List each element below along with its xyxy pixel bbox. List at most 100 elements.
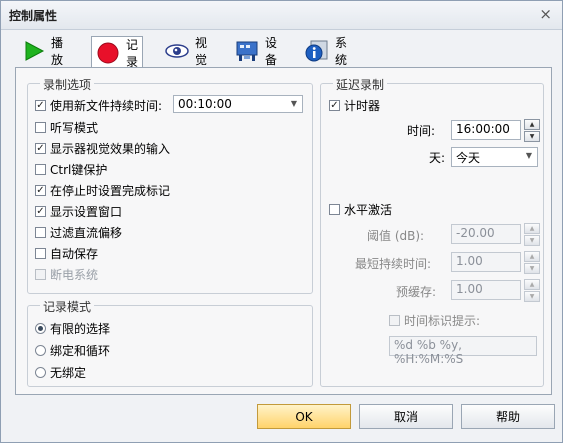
checkbox-label: 时间标识提示: bbox=[404, 314, 481, 328]
time-input[interactable]: 16:00:00 bbox=[451, 120, 521, 140]
checkbox[interactable] bbox=[35, 248, 46, 259]
checkbox[interactable]: ✓ bbox=[35, 100, 46, 111]
tab-system[interactable]: 系统 bbox=[301, 36, 351, 67]
checkbox-show-settings[interactable]: ✓ 显示设置窗口 bbox=[35, 203, 122, 220]
min-duration-value: 1.00 bbox=[456, 254, 483, 268]
checkbox-label: 显示器视觉效果的输入 bbox=[50, 142, 171, 156]
ok-button[interactable]: OK bbox=[257, 404, 351, 429]
checkbox[interactable]: ✓ bbox=[35, 185, 46, 196]
prebuffer-value: 1.00 bbox=[456, 282, 483, 296]
info-icon bbox=[305, 39, 329, 63]
min-duration-label: 最短持续时间: bbox=[355, 257, 432, 271]
checkbox-timer[interactable]: ✓ 计时器 bbox=[329, 97, 380, 114]
radio-button[interactable] bbox=[35, 345, 46, 356]
radio-button[interactable] bbox=[35, 367, 46, 378]
tab-play[interactable]: 播放 bbox=[19, 36, 67, 67]
record-mode-group: 记录模式 有限的选择 绑定和循环 无绑定 bbox=[27, 298, 313, 387]
threshold-value: -20.00 bbox=[456, 226, 495, 240]
checkbox-stop-marker[interactable]: ✓ 在停止时设置完成标记 bbox=[35, 182, 170, 199]
chevron-down-icon[interactable]: ▼ bbox=[291, 99, 297, 108]
radio-label: 无绑定 bbox=[50, 366, 87, 380]
checkbox bbox=[389, 315, 400, 326]
time-spinner[interactable]: ▲ ▼ bbox=[524, 119, 540, 142]
tab-device[interactable]: 设备 bbox=[231, 36, 281, 67]
checkbox-timestamp: 时间标识提示: bbox=[389, 312, 480, 329]
duration-combo[interactable]: 00:10:00 ▼ bbox=[173, 95, 303, 113]
spin-up-icon[interactable]: ▲ bbox=[524, 119, 540, 130]
duration-value: 00:10:00 bbox=[178, 97, 232, 111]
day-combo[interactable]: 今天 ▼ bbox=[451, 147, 538, 167]
time-value: 16:00:00 bbox=[456, 122, 510, 136]
spin-up-icon: ▲ bbox=[524, 279, 540, 290]
checkbox-label: 过滤直流偏移 bbox=[50, 226, 123, 240]
checkbox[interactable]: ✓ bbox=[329, 100, 340, 111]
tab-label: 记录 bbox=[126, 37, 139, 69]
checkbox-new-file-duration[interactable]: ✓ 使用新文件持续时间: bbox=[35, 97, 162, 114]
checkbox-level-activation[interactable]: 水平激活 bbox=[329, 201, 392, 218]
checkbox-label: 水平激活 bbox=[344, 203, 393, 217]
checkbox[interactable] bbox=[35, 122, 46, 133]
tab-visual[interactable]: 视觉 bbox=[161, 36, 211, 67]
checkbox[interactable] bbox=[35, 164, 46, 175]
spin-down-icon: ▼ bbox=[524, 235, 540, 246]
radio-label: 有限的选择 bbox=[50, 322, 111, 336]
spin-up-icon: ▲ bbox=[524, 223, 540, 234]
title-bar: 控制属性 × bbox=[1, 1, 562, 30]
tab-record[interactable]: 记录 bbox=[91, 36, 144, 69]
checkbox-ctrl-protect[interactable]: Ctrl键保护 bbox=[35, 161, 107, 178]
timestamp-format-input: %d %b %y, %H:%M:%S bbox=[389, 336, 537, 366]
timestamp-format-value: %d %b %y, %H:%M:%S bbox=[394, 338, 464, 366]
spin-down-icon: ▼ bbox=[524, 263, 540, 274]
spin-up-icon: ▲ bbox=[524, 251, 540, 262]
checkbox[interactable] bbox=[35, 227, 46, 238]
group-legend: 记录模式 bbox=[40, 298, 95, 315]
close-icon[interactable]: × bbox=[539, 5, 552, 23]
checkbox-label: Ctrl键保护 bbox=[50, 163, 108, 177]
checkbox-label: 听写模式 bbox=[50, 121, 99, 135]
radio-bind-loop[interactable]: 绑定和循环 bbox=[35, 342, 110, 359]
tab-panel-record: 录制选项 ✓ 使用新文件持续时间: 00:10:00 ▼ 听写模式 ✓ 显示器视… bbox=[15, 67, 552, 395]
tab-label: 播放 bbox=[51, 36, 64, 67]
properties-dialog: 控制属性 × 播放 记录 视觉 设备 系统 录制选项 ✓ 使用新文件持续时间: … bbox=[0, 0, 563, 443]
spin-down-icon[interactable]: ▼ bbox=[524, 131, 540, 142]
checkbox[interactable] bbox=[329, 204, 340, 215]
eye-icon bbox=[165, 42, 189, 60]
checkbox-label: 计时器 bbox=[344, 99, 381, 113]
checkbox-power-off: 断电系统 bbox=[35, 266, 98, 283]
radio-limited[interactable]: 有限的选择 bbox=[35, 320, 110, 337]
checkbox-label: 显示设置窗口 bbox=[50, 205, 123, 219]
record-icon bbox=[96, 41, 120, 65]
checkbox bbox=[35, 269, 46, 280]
threshold-spinner: ▲ ▼ bbox=[524, 223, 540, 246]
radio-button[interactable] bbox=[35, 323, 46, 334]
min-duration-input: 1.00 bbox=[451, 252, 521, 272]
checkbox-label: 在停止时设置完成标记 bbox=[50, 184, 171, 198]
checkbox-dc-filter[interactable]: 过滤直流偏移 bbox=[35, 224, 122, 241]
group-legend: 延迟录制 bbox=[333, 76, 388, 93]
day-label: 天: bbox=[429, 151, 446, 165]
checkbox-visual-input[interactable]: ✓ 显示器视觉效果的输入 bbox=[35, 140, 170, 157]
radio-label: 绑定和循环 bbox=[50, 344, 111, 358]
prebuffer-label: 预缓存: bbox=[396, 285, 437, 299]
spin-down-icon: ▼ bbox=[524, 291, 540, 302]
tab-label: 系统 bbox=[335, 36, 348, 67]
checkbox[interactable]: ✓ bbox=[35, 206, 46, 217]
help-button[interactable]: 帮助 bbox=[461, 404, 555, 429]
checkbox-label: 断电系统 bbox=[50, 268, 99, 282]
cancel-button[interactable]: 取消 bbox=[359, 404, 453, 429]
radio-unbound[interactable]: 无绑定 bbox=[35, 364, 86, 381]
checkbox-label: 自动保存 bbox=[50, 247, 99, 261]
group-legend: 录制选项 bbox=[40, 76, 95, 93]
checkbox[interactable]: ✓ bbox=[35, 143, 46, 154]
threshold-input: -20.00 bbox=[451, 224, 521, 244]
prebuffer-spinner: ▲ ▼ bbox=[524, 279, 540, 302]
record-options-group: 录制选项 ✓ 使用新文件持续时间: 00:10:00 ▼ 听写模式 ✓ 显示器视… bbox=[27, 76, 313, 294]
checkbox-autosave[interactable]: 自动保存 bbox=[35, 245, 98, 262]
prebuffer-input: 1.00 bbox=[451, 280, 521, 300]
chevron-down-icon[interactable]: ▼ bbox=[526, 151, 532, 160]
window-title: 控制属性 bbox=[9, 9, 58, 23]
checkbox-label: 使用新文件持续时间: bbox=[50, 99, 163, 113]
checkbox-dictation[interactable]: 听写模式 bbox=[35, 119, 98, 136]
delayed-recording-group: 延迟录制 ✓ 计时器 时间: 16:00:00 ▲ ▼ 天: 今天 ▼ 水平激活… bbox=[320, 76, 544, 387]
tab-label: 设备 bbox=[265, 36, 278, 67]
